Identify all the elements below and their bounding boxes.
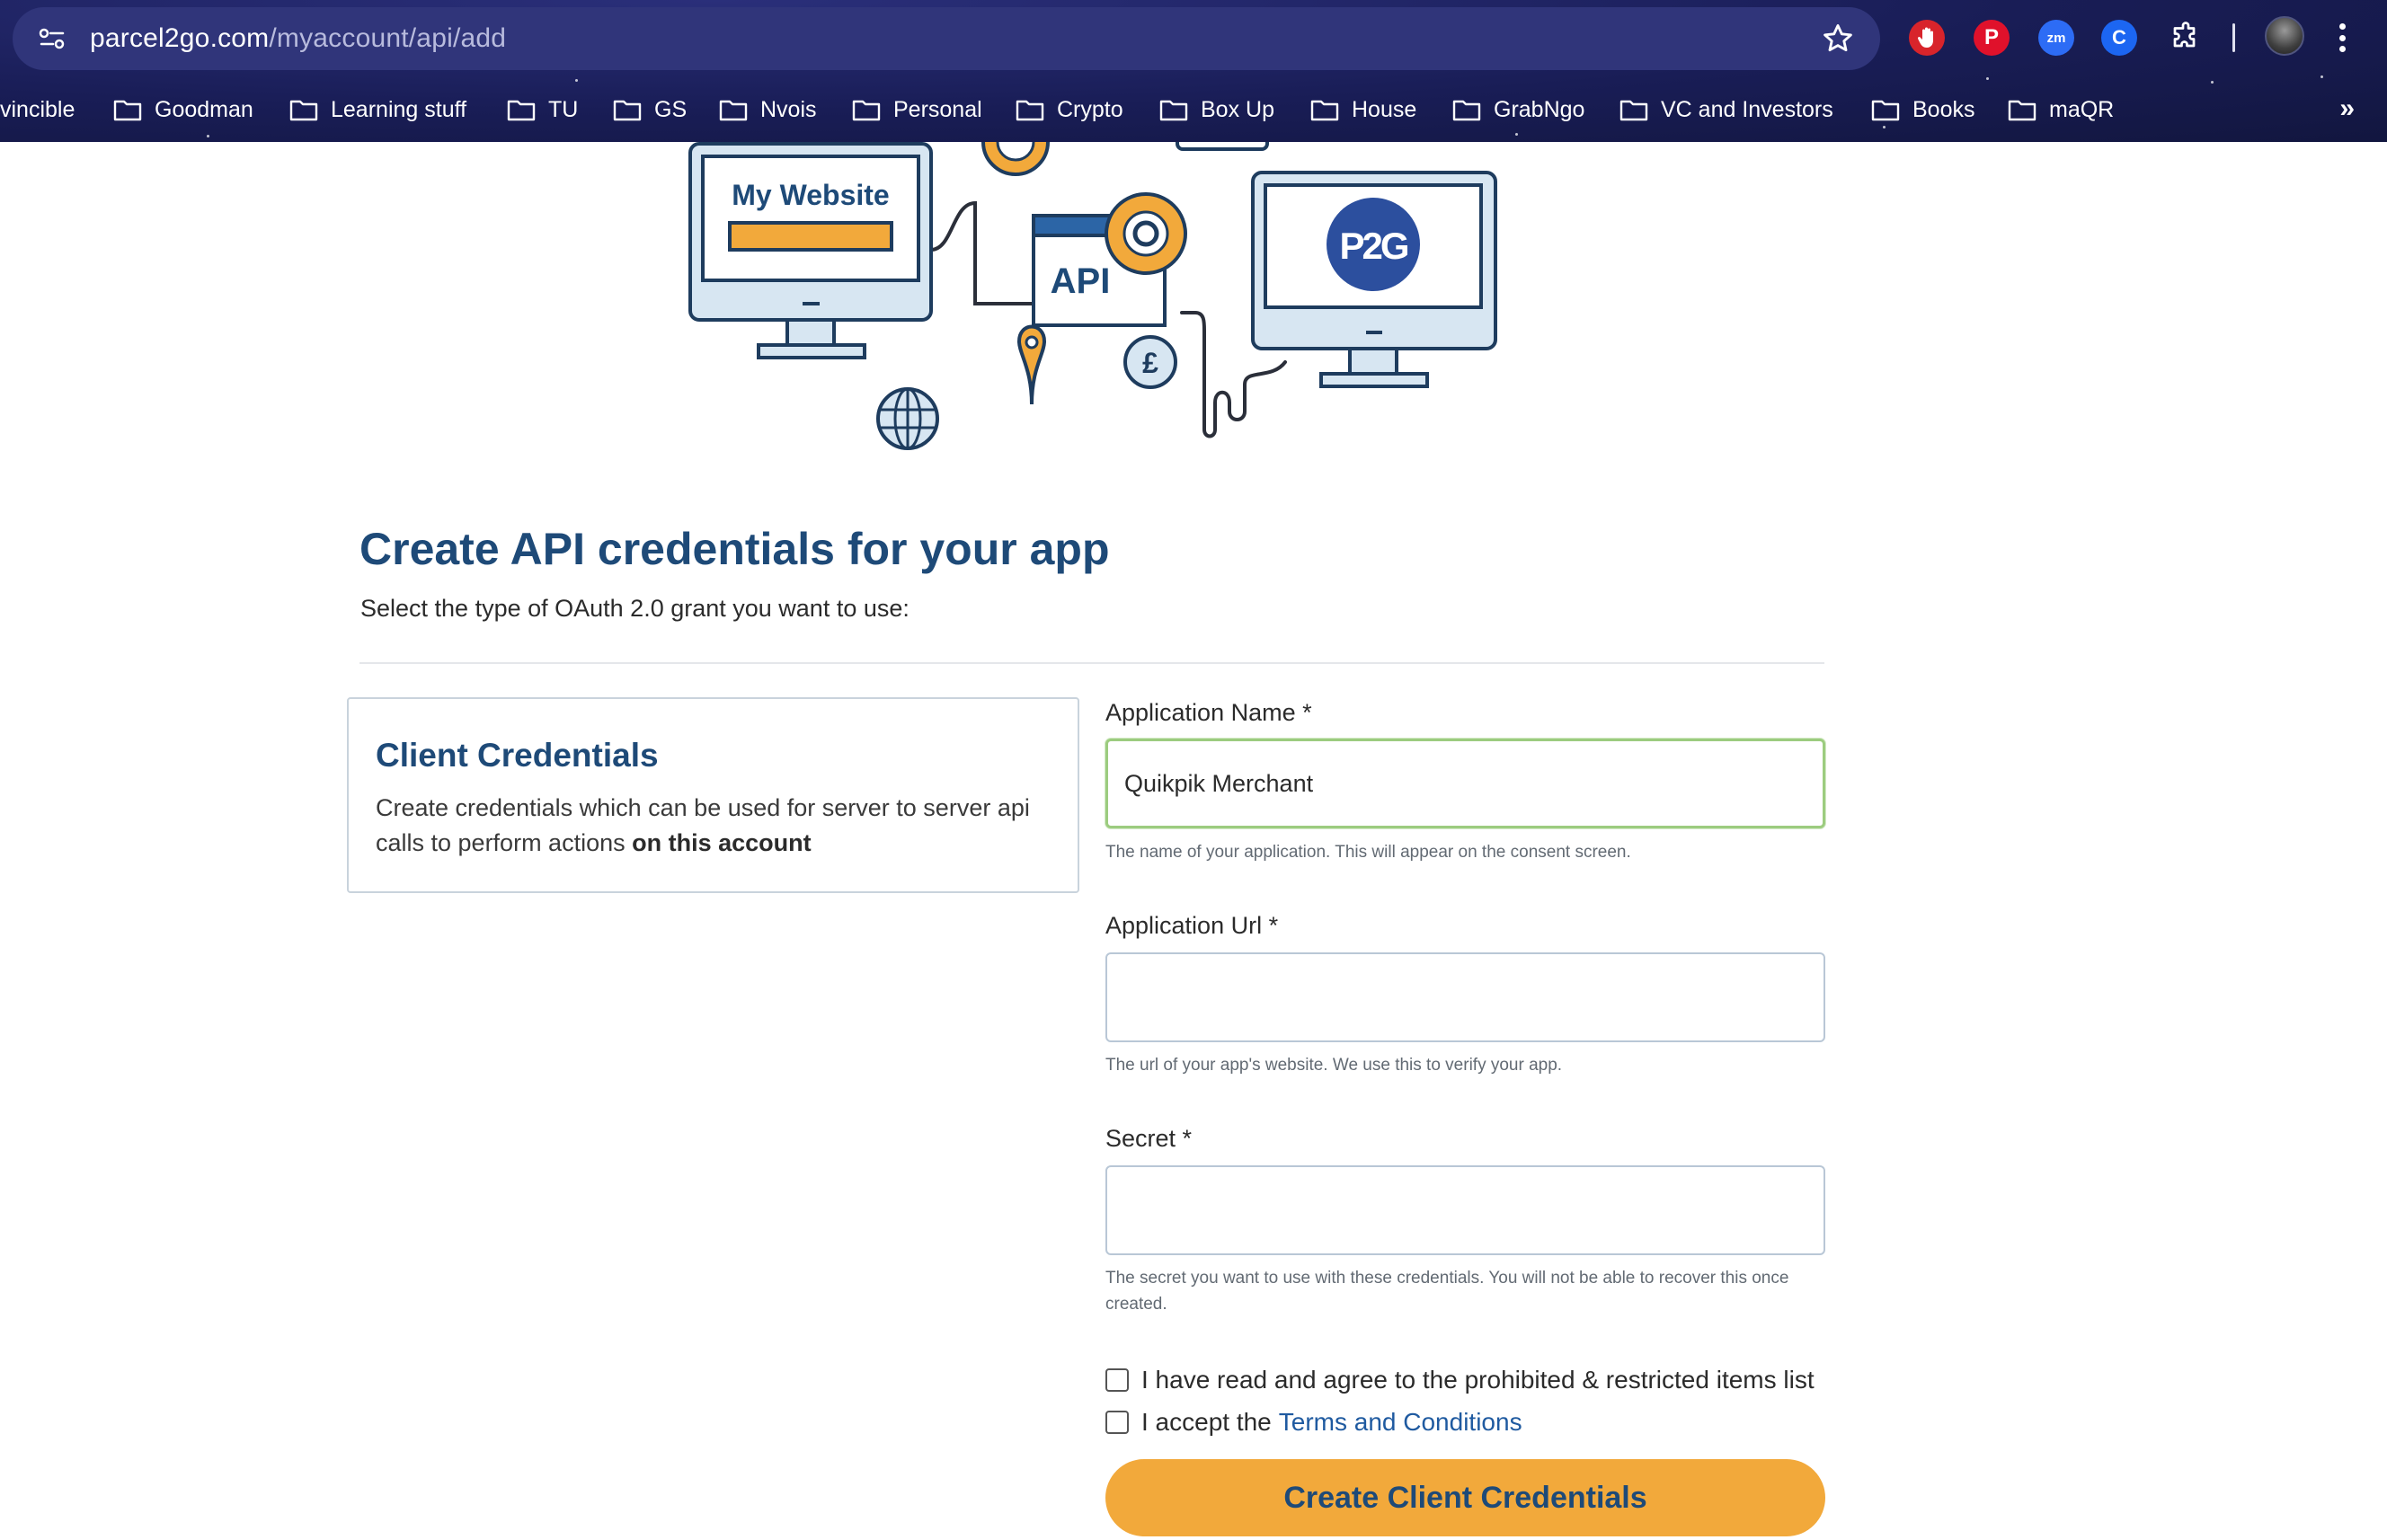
bookmark-label: Box Up	[1201, 96, 1274, 122]
folder-icon	[1016, 100, 1044, 121]
app-name-input[interactable]	[1105, 739, 1825, 828]
bookmark-folder[interactable]: House	[1310, 90, 1416, 129]
bookmark-label: Personal	[893, 96, 982, 122]
folder-icon	[613, 100, 642, 121]
background-star	[2211, 81, 2214, 84]
extensions-puzzle-icon[interactable]	[2168, 20, 2204, 56]
app-url-help: The url of your app's website. We use th…	[1105, 1056, 1563, 1075]
api-label: API	[1051, 261, 1111, 301]
agree-items-label: I have read and agree to the prohibited …	[1141, 1366, 1815, 1394]
bookmark-label: Learning stuff	[331, 96, 467, 122]
bookmark-label: House	[1352, 96, 1417, 122]
more-bookmarks-chevron-icon[interactable]: »	[2339, 93, 2355, 124]
bookmark-folder[interactable]: GrabNgo	[1452, 90, 1584, 129]
agree-items-checkbox[interactable]	[1105, 1368, 1129, 1392]
url-path: /myaccount/api/add	[269, 23, 507, 53]
folder-icon	[1619, 100, 1648, 121]
svg-text:£: £	[1142, 347, 1158, 379]
bookmark-label: TU	[548, 96, 579, 122]
client-credentials-card[interactable]: Client Credentials Create credentials wh…	[347, 697, 1079, 893]
app-url-label: Application Url *	[1105, 912, 1279, 939]
background-star	[207, 135, 209, 137]
bookmark-folder[interactable]: Personal	[852, 90, 982, 129]
svg-text:P2G: P2G	[1339, 225, 1407, 267]
bookmark-folder[interactable]: VC and Investors	[1619, 90, 1833, 129]
c-extension-icon[interactable]: C	[2101, 20, 2137, 56]
address-bar[interactable]: parcel2go.com/myaccount/api/add	[13, 7, 1880, 70]
page-subtitle: Select the type of OAuth 2.0 grant you w…	[360, 595, 910, 622]
background-star	[575, 79, 578, 82]
bookmark-label: vincible	[0, 96, 75, 122]
page-title: Create API credentials for your app	[359, 524, 1110, 574]
card-description-bold: on this account	[632, 829, 812, 856]
bookmark-folder[interactable]: Goodman	[113, 90, 253, 129]
bookmark-folder[interactable]: TU	[507, 90, 578, 129]
bookmark-label: maQR	[2049, 96, 2115, 122]
bookmark-folder[interactable]: vincible	[0, 90, 75, 129]
section-divider	[359, 662, 1824, 664]
folder-icon	[719, 100, 748, 121]
accept-terms-checkbox[interactable]	[1105, 1411, 1129, 1434]
api-hero-illustration: My Website API £ P2G	[688, 142, 1497, 450]
bookmark-folder[interactable]: Learning stuff	[289, 90, 466, 129]
bookmark-folder[interactable]: Books	[1871, 90, 1974, 129]
bookmark-folder[interactable]: Crypto	[1016, 90, 1123, 129]
url-host: parcel2go.com	[90, 23, 270, 53]
app-name-label: Application Name *	[1105, 699, 1312, 726]
app-url-input[interactable]	[1105, 952, 1825, 1042]
toolbar-divider	[2232, 23, 2235, 52]
zoom-extension-icon[interactable]: zm	[2038, 20, 2074, 56]
bookmark-label: Crypto	[1057, 96, 1123, 122]
folder-icon	[852, 100, 881, 121]
bookmark-label: Books	[1912, 96, 1975, 122]
bookmark-folder[interactable]: maQR	[2008, 90, 2114, 129]
folder-icon	[507, 100, 536, 121]
bookmark-label: GS	[654, 96, 688, 122]
folder-icon	[1310, 100, 1339, 121]
c-glyph: C	[2112, 26, 2126, 49]
bookmark-star-icon[interactable]	[1821, 22, 1855, 56]
accept-terms-row: I accept the Terms and Conditions	[1105, 1406, 1522, 1438]
background-star	[1986, 77, 1989, 80]
agree-items-row: I have read and agree to the prohibited …	[1105, 1364, 1815, 1396]
browser-chrome: parcel2go.com/myaccount/api/add P zm C v…	[0, 0, 2387, 142]
background-star	[1515, 133, 1518, 136]
folder-icon	[1871, 100, 1900, 121]
card-title: Client Credentials	[376, 737, 659, 774]
bookmarks-bar: vincible Goodman Learning stuff TU GS Nv…	[0, 90, 2387, 129]
url-text[interactable]: parcel2go.com/myaccount/api/add	[90, 23, 506, 54]
secret-label: Secret *	[1105, 1125, 1193, 1152]
bookmark-folder[interactable]: Nvois	[719, 90, 817, 129]
card-description: Create credentials which can be used for…	[376, 791, 1059, 861]
folder-icon	[1452, 100, 1481, 121]
secret-help: The secret you want to use with these cr…	[1105, 1269, 1789, 1314]
browser-menu-icon[interactable]	[2331, 18, 2353, 58]
bookmark-folder[interactable]: Box Up	[1159, 90, 1274, 129]
zoom-glyph: zm	[2046, 30, 2066, 46]
create-client-credentials-button[interactable]: Create Client Credentials	[1105, 1459, 1825, 1536]
bookmark-label: Nvois	[760, 96, 817, 122]
adblock-extension-icon[interactable]	[1909, 20, 1945, 56]
site-info-icon[interactable]	[32, 19, 72, 58]
bookmark-label: VC and Investors	[1661, 96, 1833, 122]
bookmark-label: Goodman	[155, 96, 253, 122]
app-name-help: The name of your application. This will …	[1105, 843, 1631, 862]
bookmark-label: GrabNgo	[1494, 96, 1585, 122]
folder-icon	[289, 100, 318, 121]
folder-icon	[1159, 100, 1188, 121]
accept-terms-label: I accept the	[1141, 1408, 1272, 1436]
pinterest-glyph: P	[1983, 25, 1999, 49]
terms-and-conditions-link[interactable]: Terms and Conditions	[1279, 1408, 1522, 1437]
secret-input[interactable]	[1105, 1165, 1825, 1255]
folder-icon	[2008, 100, 2036, 121]
pinterest-extension-icon[interactable]: P	[1974, 20, 2010, 56]
folder-icon	[113, 100, 142, 121]
my-website-label: My Website	[732, 179, 889, 211]
profile-avatar[interactable]	[2265, 16, 2304, 56]
page-content: My Website API £ P2G Create API credenti…	[0, 142, 2387, 1540]
background-star	[2320, 75, 2323, 78]
bookmark-folder[interactable]: GS	[613, 90, 687, 129]
